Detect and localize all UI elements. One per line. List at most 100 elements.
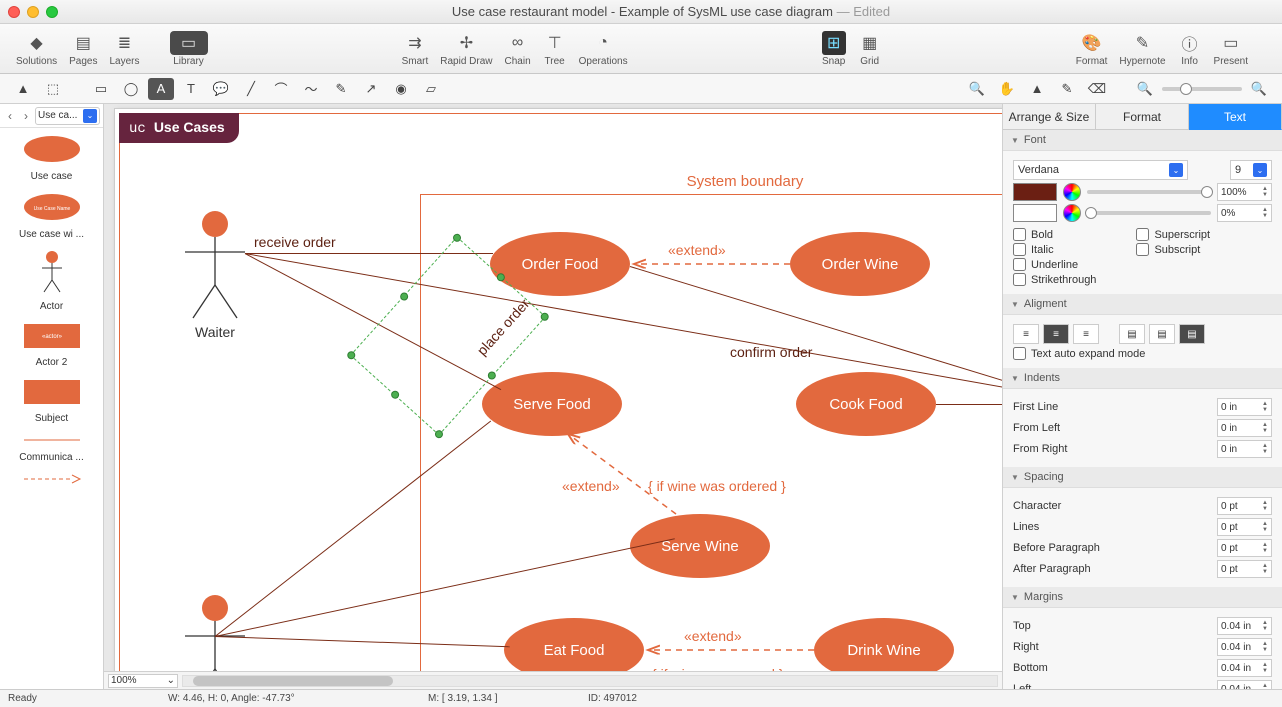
library-select[interactable]: Use ca...⌄ xyxy=(35,107,100,125)
spacing-char-input[interactable]: 0 pt▲▼ xyxy=(1217,497,1272,515)
font-family-select[interactable]: Verdana⌄ xyxy=(1013,160,1188,180)
eyedropper-tool[interactable]: ✎ xyxy=(1054,78,1080,100)
connector-tool[interactable]: ↗ xyxy=(358,78,384,100)
library-button[interactable]: ▭Library xyxy=(164,29,214,69)
section-font[interactable]: Font xyxy=(1003,130,1282,151)
bg-opacity-value[interactable]: 0%▲▼ xyxy=(1217,204,1272,222)
text-color-swatch[interactable] xyxy=(1013,183,1057,201)
close-icon[interactable] xyxy=(8,6,20,18)
shape-dependency[interactable] xyxy=(2,473,101,487)
margin-top-input[interactable]: 0.04 in▲▼ xyxy=(1217,617,1272,635)
section-alignment[interactable]: Aligment xyxy=(1003,294,1282,315)
assoc-line[interactable] xyxy=(936,404,1002,405)
diagram-page[interactable]: ucUse Cases System boundary Waiter xyxy=(114,108,1002,671)
fill-tool[interactable]: ▲ xyxy=(1024,78,1050,100)
smart-button[interactable]: ⇉Smart xyxy=(396,29,435,69)
section-margins[interactable]: Margins xyxy=(1003,587,1282,608)
format-button[interactable]: 🎨Format xyxy=(1070,29,1114,69)
info-button[interactable]: ⓘInfo xyxy=(1172,29,1208,69)
ellipse-tool[interactable]: ◯ xyxy=(118,78,144,100)
pages-button[interactable]: ▤Pages xyxy=(63,29,103,69)
pen-tool[interactable]: ✎ xyxy=(328,78,354,100)
margin-left-input[interactable]: 0.04 in▲▼ xyxy=(1217,680,1272,689)
grid-button[interactable]: ▦Grid xyxy=(852,29,888,69)
zoom-out-icon[interactable]: 🔍 xyxy=(1132,78,1158,100)
spacing-before-input[interactable]: 0 pt▲▼ xyxy=(1217,539,1272,557)
zoom-slider[interactable] xyxy=(1162,87,1242,91)
snap-button[interactable]: ⊞Snap xyxy=(816,29,852,69)
solutions-button[interactable]: ◆Solutions xyxy=(10,29,63,69)
color-wheel-icon[interactable] xyxy=(1063,204,1081,222)
textbox-tool[interactable]: T xyxy=(178,78,204,100)
chain-button[interactable]: ∞Chain xyxy=(499,29,537,69)
bg-opacity-slider[interactable] xyxy=(1087,211,1211,215)
font-size-select[interactable]: 9⌄ xyxy=(1230,160,1272,180)
stamp-tool[interactable]: ◉ xyxy=(388,78,414,100)
shape-subject[interactable]: Subject xyxy=(2,378,101,424)
text-opacity-value[interactable]: 100%▲▼ xyxy=(1217,183,1272,201)
label-receive-order[interactable]: receive order xyxy=(254,234,336,250)
zoom-select[interactable]: 100%⌄ xyxy=(108,674,178,688)
align-center-button[interactable]: ≡ xyxy=(1043,324,1069,344)
pointer-tool[interactable]: ▲ xyxy=(10,78,36,100)
spacing-after-input[interactable]: 0 pt▲▼ xyxy=(1217,560,1272,578)
nav-fwd-icon[interactable]: › xyxy=(19,107,33,125)
shape-actor[interactable]: Actor xyxy=(2,250,101,312)
usecase-serve-wine[interactable]: Serve Wine xyxy=(630,514,770,578)
shape-actor-2[interactable]: «actor» Actor 2 xyxy=(2,322,101,368)
text-opacity-slider[interactable] xyxy=(1087,190,1211,194)
superscript-checkbox[interactable]: Superscript xyxy=(1136,228,1210,241)
margin-right-input[interactable]: 0.04 in▲▼ xyxy=(1217,638,1272,656)
section-spacing[interactable]: Spacing xyxy=(1003,467,1282,488)
eraser-tool[interactable]: ⌫ xyxy=(1084,78,1110,100)
select-tool[interactable]: ⬚ xyxy=(40,78,66,100)
rapid-draw-button[interactable]: ✢Rapid Draw xyxy=(434,29,498,69)
nav-back-icon[interactable]: ‹ xyxy=(3,107,17,125)
callout-tool[interactable]: 💬 xyxy=(208,78,234,100)
arc-tool[interactable]: ⌒ xyxy=(268,78,294,100)
strike-checkbox[interactable]: Strikethrough xyxy=(1013,273,1096,286)
valign-middle-button[interactable]: ▤ xyxy=(1149,324,1175,344)
shape-use-case[interactable]: Use case xyxy=(2,134,101,182)
align-right-button[interactable]: ≡ xyxy=(1073,324,1099,344)
shape-communication[interactable]: Communica ... xyxy=(2,434,101,463)
actor-waiter[interactable]: Waiter xyxy=(185,210,245,340)
minimize-icon[interactable] xyxy=(27,6,39,18)
spacing-lines-input[interactable]: 0 pt▲▼ xyxy=(1217,518,1272,536)
shape-tool[interactable]: ▱ xyxy=(418,78,444,100)
usecase-cook-food[interactable]: Cook Food xyxy=(796,372,936,436)
tab-text[interactable]: Text xyxy=(1189,104,1282,130)
pan-tool[interactable]: ✋ xyxy=(994,78,1020,100)
present-button[interactable]: ▭Present xyxy=(1208,29,1254,69)
bg-color-swatch[interactable] xyxy=(1013,204,1057,222)
align-left-button[interactable]: ≡ xyxy=(1013,324,1039,344)
underline-checkbox[interactable]: Underline xyxy=(1013,258,1096,271)
valign-bottom-button[interactable]: ▤ xyxy=(1179,324,1205,344)
indent-left-input[interactable]: 0 in▲▼ xyxy=(1217,419,1272,437)
line-tool[interactable]: ╱ xyxy=(238,78,264,100)
subscript-checkbox[interactable]: Subscript xyxy=(1136,243,1210,256)
valign-top-button[interactable]: ▤ xyxy=(1119,324,1145,344)
italic-checkbox[interactable]: Italic xyxy=(1013,243,1096,256)
color-wheel-icon[interactable] xyxy=(1063,183,1081,201)
zoom-tool[interactable]: 🔍 xyxy=(964,78,990,100)
usecase-serve-food[interactable]: Serve Food xyxy=(482,372,622,436)
margin-bottom-input[interactable]: 0.04 in▲▼ xyxy=(1217,659,1272,677)
tree-button[interactable]: ⊤Tree xyxy=(537,29,573,69)
text-tool[interactable]: A xyxy=(148,78,174,100)
h-scrollbar[interactable] xyxy=(182,675,998,687)
tab-format[interactable]: Format xyxy=(1096,104,1189,130)
operations-button[interactable]: ◔Operations xyxy=(573,29,634,69)
usecase-order-wine[interactable]: Order Wine xyxy=(790,232,930,296)
section-indents[interactable]: Indents xyxy=(1003,368,1282,389)
layers-button[interactable]: ≣Layers xyxy=(104,29,146,69)
hypernote-button[interactable]: ✎Hypernote xyxy=(1113,29,1171,69)
auto-expand-checkbox[interactable]: Text auto expand mode xyxy=(1013,347,1272,360)
spline-tool[interactable]: 〜 xyxy=(298,78,324,100)
maximize-icon[interactable] xyxy=(46,6,58,18)
shape-use-case-with-name[interactable]: Use Case Name Use case wi ... xyxy=(2,192,101,240)
indent-first-input[interactable]: 0 in▲▼ xyxy=(1217,398,1272,416)
tab-arrange[interactable]: Arrange & Size xyxy=(1003,104,1096,130)
rect-tool[interactable]: ▭ xyxy=(88,78,114,100)
indent-right-input[interactable]: 0 in▲▼ xyxy=(1217,440,1272,458)
